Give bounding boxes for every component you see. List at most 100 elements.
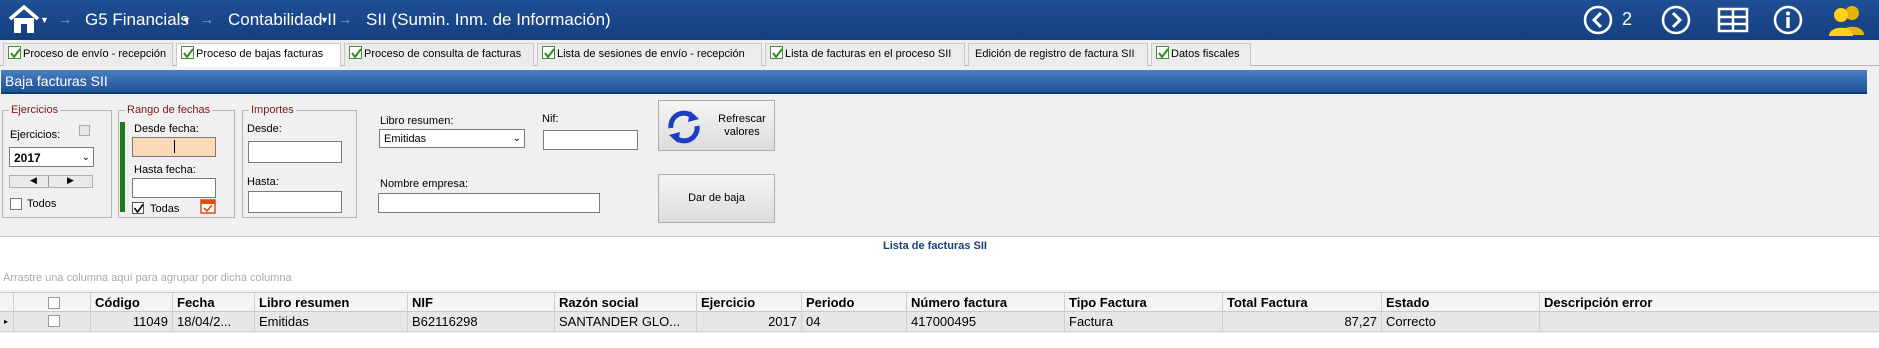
tab-bajas-facturas[interactable]: Proceso de bajas facturas	[176, 43, 341, 67]
tab-label: Datos fiscales	[1171, 48, 1240, 60]
cell-nif[interactable]: B62116298	[408, 312, 555, 331]
tab-datos-fiscales[interactable]: Datos fiscales	[1151, 43, 1251, 66]
row-select-checkbox[interactable]	[48, 315, 60, 327]
ejercicio-select[interactable]: 2017 ⌄	[9, 147, 94, 167]
tab-label: Proceso de bajas facturas	[196, 48, 324, 60]
todas-checkbox[interactable]	[132, 202, 144, 214]
tab-sesiones-envio[interactable]: Lista de sesiones de envío - recepción	[537, 43, 762, 66]
tab-envio-recepcion[interactable]: Proceso de envío - recepción	[3, 43, 173, 66]
app-menu-caret-icon[interactable]: ▼	[182, 15, 191, 25]
refrescar-label-line2: valores	[724, 126, 760, 138]
grid-title: Lista de facturas SII	[883, 240, 987, 252]
col-header-razon-social[interactable]: Razón social	[555, 293, 697, 311]
nombre-empresa-input[interactable]	[378, 193, 600, 213]
breadcrumb-app-menu[interactable]: G5 Financials	[85, 10, 189, 30]
cell-fecha[interactable]: 18/04/2...	[173, 312, 255, 331]
ejercicio-scroller[interactable]: ◀ ▶	[9, 175, 93, 188]
home-button[interactable]	[6, 4, 42, 36]
rango-fechas-legend: Rango de fechas	[127, 104, 211, 116]
info-icon[interactable]	[1772, 4, 1804, 36]
tab-label: Proceso de consulta de facturas	[364, 48, 522, 60]
tab-check-icon	[8, 46, 21, 59]
ejercicio-selected: 2017	[14, 151, 41, 165]
col-header-fecha[interactable]: Fecha	[173, 293, 255, 311]
previous-page-icon[interactable]	[1582, 4, 1614, 36]
cell-codigo[interactable]: 11049	[91, 312, 173, 331]
libro-resumen-selected: Emitidas	[384, 133, 427, 145]
home-dropdown-caret-icon[interactable]: ▼	[40, 15, 49, 25]
col-header-periodo[interactable]: Periodo	[802, 293, 907, 311]
page-title: SII (Sumin. Inm. de Información)	[366, 10, 611, 29]
tab-check-icon	[349, 46, 362, 59]
breadcrumb-arrow-icon: →	[338, 11, 352, 27]
scroller-divider	[48, 176, 49, 187]
todos-label: Todos	[27, 198, 57, 210]
cell-ejercicio[interactable]: 2017	[697, 312, 802, 331]
row-indicator-header	[0, 293, 14, 311]
cell-descripcion-error[interactable]	[1540, 312, 1879, 331]
tab-check-icon	[542, 46, 555, 59]
col-header-tipo-factura[interactable]: Tipo Factura	[1065, 293, 1223, 311]
hasta-fecha-input[interactable]	[132, 178, 216, 198]
scroll-left-icon[interactable]: ◀	[30, 175, 37, 186]
filter-panel: Ejercicios Ejercicios: 2017 ⌄ ◀ ▶ Todos …	[0, 94, 1879, 226]
cell-tipo-factura[interactable]: Factura	[1065, 312, 1223, 331]
refresh-icon	[668, 110, 700, 144]
tab-check-icon	[1156, 46, 1169, 59]
tab-bar: Proceso de envío - recepción Proceso de …	[0, 41, 1879, 67]
users-icon[interactable]	[1826, 3, 1866, 37]
cell-numero-factura[interactable]: 417000495	[907, 312, 1065, 331]
cell-periodo[interactable]: 04	[802, 312, 907, 331]
select-all-header[interactable]	[14, 293, 91, 311]
col-header-estado[interactable]: Estado	[1382, 293, 1540, 311]
scroll-right-icon[interactable]: ▶	[67, 175, 74, 186]
range-indicator-bar	[120, 122, 125, 212]
dar-de-baja-button[interactable]: Dar de baja	[658, 174, 775, 223]
module-menu-caret-icon[interactable]: ▼	[320, 15, 329, 25]
table-row[interactable]: ▸ 11049 18/04/2... Emitidas B62116298 SA…	[0, 312, 1879, 332]
refrescar-valores-button[interactable]: Refrescar valores	[658, 100, 775, 151]
home-icon	[8, 5, 40, 33]
ejercicios-option-checkbox[interactable]	[79, 125, 90, 136]
tab-label: Lista de sesiones de envío - recepción	[557, 48, 745, 60]
nombre-empresa-label: Nombre empresa:	[380, 178, 469, 190]
nif-input[interactable]	[543, 130, 638, 150]
importe-hasta-input[interactable]	[248, 191, 342, 213]
tab-label: Proceso de envío - recepción	[23, 48, 167, 60]
calendar-icon[interactable]	[199, 197, 217, 215]
ejercicios-label: Ejercicios:	[10, 129, 61, 141]
cell-razon-social[interactable]: SANTANDER GLO...	[555, 312, 697, 331]
row-indicator-icon: ▸	[0, 312, 14, 331]
cell-total-factura[interactable]: 87,27	[1223, 312, 1382, 331]
page-number: 2	[1622, 9, 1633, 29]
select-all-checkbox[interactable]	[48, 297, 60, 309]
grid-header: Código Fecha Libro resumen NIF Razón soc…	[0, 292, 1879, 312]
rango-fechas-group: Rango de fechas	[118, 104, 235, 218]
breadcrumb-arrow-icon: →	[58, 11, 72, 27]
desde-fecha-label: Desde fecha:	[134, 123, 199, 135]
grid-view-icon[interactable]	[1716, 4, 1750, 36]
importe-hasta-label: Hasta:	[247, 176, 279, 188]
importe-desde-label: Desde:	[247, 123, 282, 135]
importe-desde-input[interactable]	[248, 141, 342, 163]
tab-consulta-facturas[interactable]: Proceso de consulta de facturas	[344, 43, 534, 66]
tab-facturas-proceso[interactable]: Lista de facturas en el proceso SII	[765, 43, 965, 66]
col-header-codigo[interactable]: Código	[91, 293, 173, 311]
todos-checkbox[interactable]	[10, 198, 22, 210]
col-header-nif[interactable]: NIF	[408, 293, 555, 311]
col-header-libro-resumen[interactable]: Libro resumen	[255, 293, 408, 311]
libro-resumen-select[interactable]: Emitidas ⌄	[379, 129, 525, 148]
col-header-ejercicio[interactable]: Ejercicio	[697, 293, 802, 311]
col-header-numero-factura[interactable]: Número factura	[907, 293, 1065, 311]
tab-label: Lista de facturas en el proceso SII	[785, 48, 952, 60]
col-header-descripcion-error[interactable]: Descripción error	[1540, 293, 1879, 311]
next-page-icon[interactable]	[1660, 4, 1692, 36]
cell-libro-resumen[interactable]: Emitidas	[255, 312, 408, 331]
breadcrumb-arrow-icon: →	[200, 11, 214, 27]
cell-estado[interactable]: Correcto	[1382, 312, 1540, 331]
checkmark-icon	[133, 204, 144, 214]
nif-label: Nif:	[542, 113, 559, 125]
row-select-cell[interactable]	[14, 312, 91, 331]
tab-edicion-registro[interactable]: Edición de registro de factura SII	[968, 43, 1148, 66]
col-header-total-factura[interactable]: Total Factura	[1223, 293, 1382, 311]
